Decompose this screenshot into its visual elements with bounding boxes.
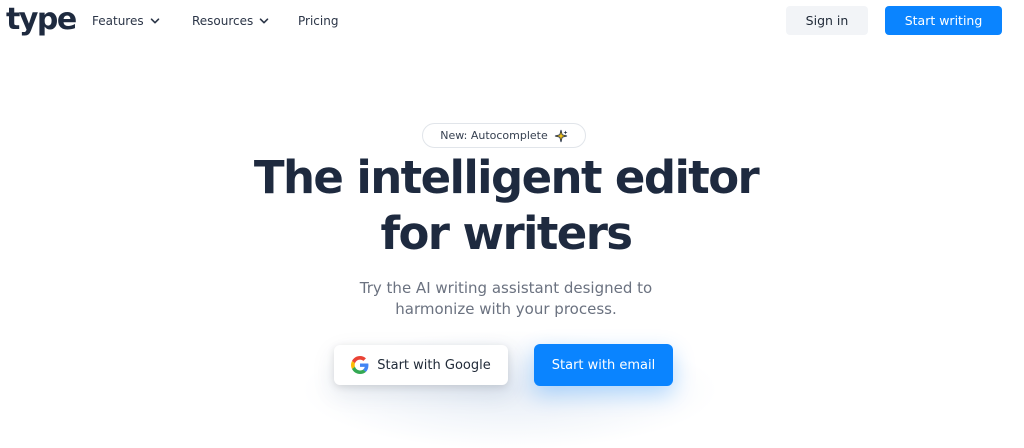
landing-page: type Features Resources Pricing Sign in … <box>0 0 1024 448</box>
nav-pricing-label: Pricing <box>298 14 339 28</box>
start-writing-button[interactable]: Start writing <box>885 6 1002 35</box>
brand-logo[interactable]: type <box>6 2 77 38</box>
nav-resources[interactable]: Resources <box>192 12 269 30</box>
hero-title-line1: The intelligent editor <box>253 151 760 204</box>
chevron-down-icon <box>259 18 269 24</box>
hero-subtitle: Try the AI writing assistant designed to… <box>0 278 1012 320</box>
sparkle-icon <box>554 129 568 142</box>
hero-subtitle-line1: Try the AI writing assistant designed to <box>359 279 653 297</box>
sign-in-button[interactable]: Sign in <box>786 6 868 35</box>
start-with-email-button[interactable]: Start with email <box>534 344 673 386</box>
google-icon <box>351 356 369 374</box>
chevron-down-icon <box>150 18 159 24</box>
start-with-google-button[interactable]: Start with Google <box>334 345 508 385</box>
nav-features[interactable]: Features <box>92 12 160 30</box>
google-button-label: Start with Google <box>377 357 491 373</box>
hero-title: The intelligent editor for writers <box>0 150 1012 262</box>
hero-title-line2: for writers <box>380 207 634 260</box>
announcement-badge[interactable]: New: Autocomplete <box>422 123 586 148</box>
nav-resources-label: Resources <box>192 14 254 28</box>
badge-text: New: Autocomplete <box>440 129 548 142</box>
hero-subtitle-line2: harmonize with your process. <box>395 300 617 318</box>
nav-pricing[interactable]: Pricing <box>298 12 338 30</box>
nav-features-label: Features <box>92 14 144 28</box>
